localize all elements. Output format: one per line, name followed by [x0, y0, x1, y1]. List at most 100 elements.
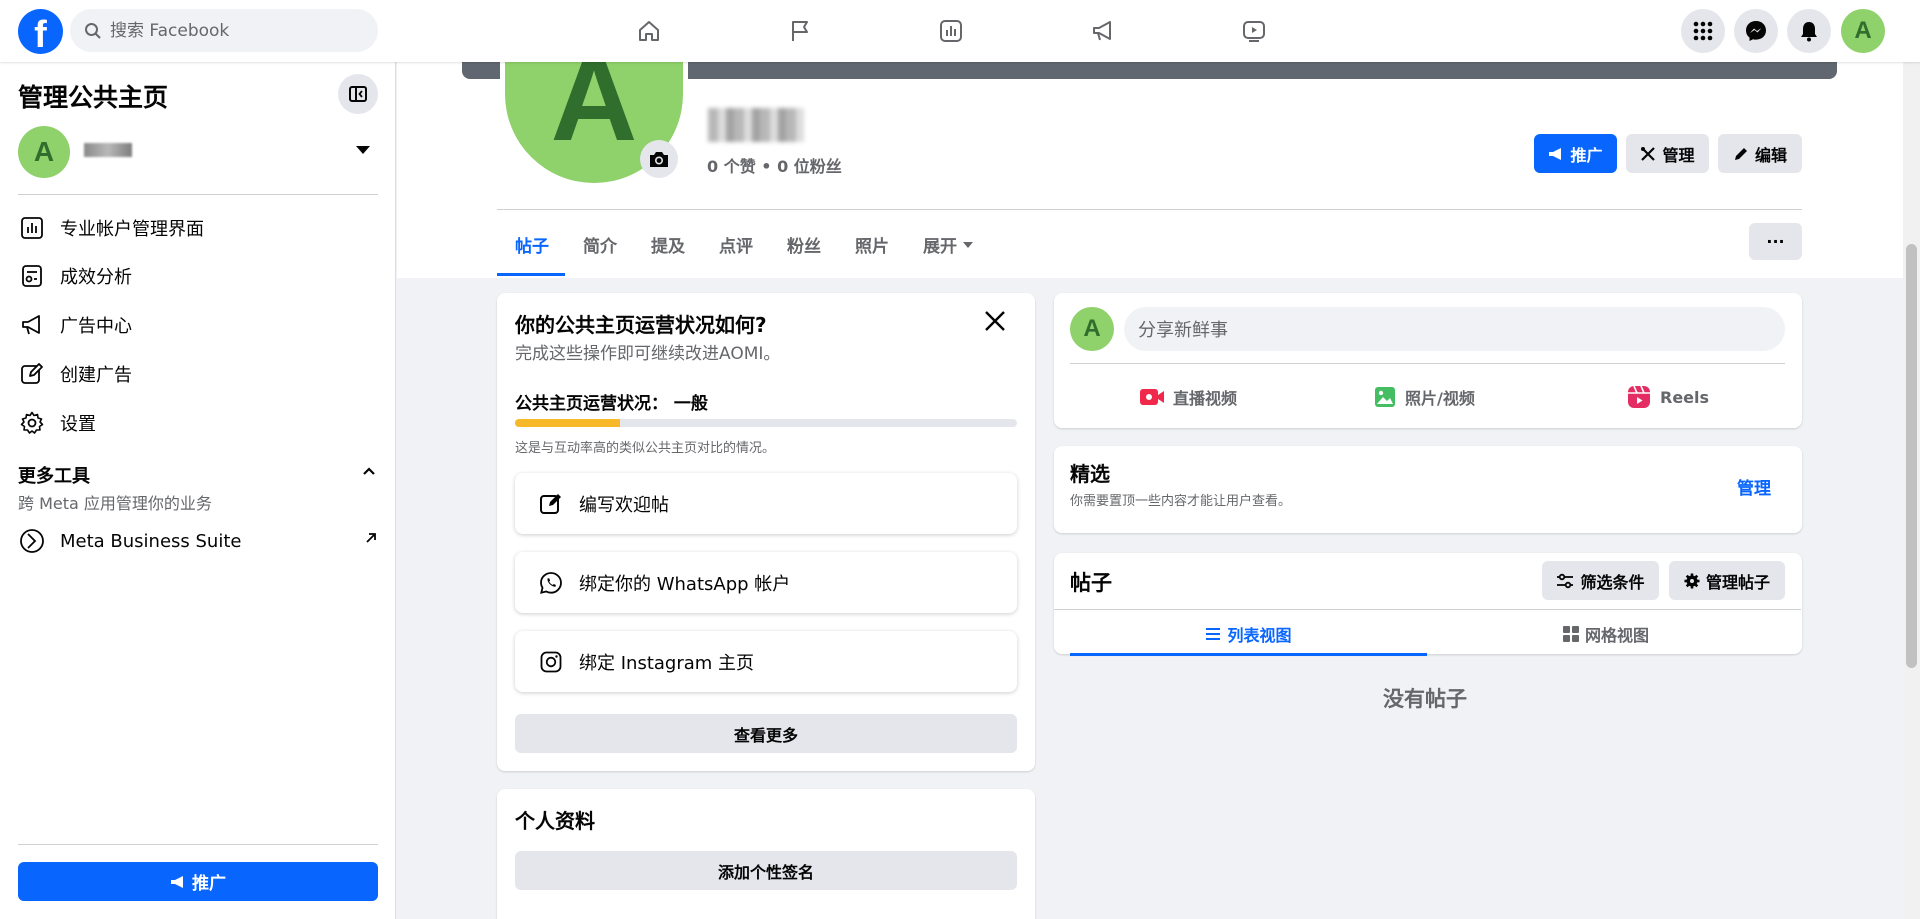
- page-scrollbar-thumb[interactable]: [1906, 244, 1917, 668]
- insights-nav-icon[interactable]: [931, 14, 971, 48]
- pages-flag-icon[interactable]: [780, 14, 820, 48]
- promote-label: 推广: [1570, 145, 1603, 165]
- promote-label: 推广: [192, 874, 226, 894]
- dashboard-icon: [18, 214, 46, 242]
- filter-button[interactable]: 筛选条件: [1542, 561, 1659, 600]
- sidebar-item-label: 广告中心: [60, 316, 132, 337]
- messenger-icon[interactable]: [1734, 9, 1778, 53]
- sidebar-item-label: 专业帐户管理界面: [60, 219, 204, 240]
- insights-icon: [18, 262, 46, 290]
- sidebar-item-insights[interactable]: 成效分析: [18, 256, 378, 296]
- meta-business-suite-icon: [18, 527, 46, 555]
- notifications-bell-icon[interactable]: [1787, 9, 1831, 53]
- sidebar-item-label: 创建广告: [60, 365, 132, 386]
- more-options-button[interactable]: ···: [1749, 223, 1802, 260]
- menu-grid-icon[interactable]: [1681, 9, 1725, 53]
- page-name-redacted: [84, 143, 132, 157]
- tab-posts[interactable]: 帖子: [515, 232, 549, 257]
- health-status: 公共主页运营状况： 一般: [515, 394, 708, 414]
- video-icon[interactable]: [1234, 14, 1274, 48]
- instagram-icon: [537, 648, 565, 676]
- posts-title: 帖子: [1070, 571, 1112, 595]
- health-subtitle: 完成这些操作即可继续改进AOMI。: [515, 344, 781, 364]
- manage-posts-label: 管理帖子: [1705, 572, 1770, 592]
- page-name-redacted: [708, 108, 804, 142]
- tab-list-view[interactable]: 列表视图: [1070, 619, 1427, 649]
- megaphone-icon: [18, 311, 46, 339]
- profile-info-title: 个人资料: [515, 809, 595, 833]
- more-tools-heading[interactable]: 更多工具: [18, 462, 90, 488]
- task-label: 绑定你的 WhatsApp 帐户: [579, 573, 791, 595]
- featured-manage-link[interactable]: 管理: [1737, 474, 1771, 499]
- tab-mentions[interactable]: 提及: [651, 232, 685, 257]
- tools-icon: [1640, 146, 1656, 162]
- task-link-instagram[interactable]: 绑定 Instagram 主页: [515, 631, 1017, 692]
- manage-label: 管理: [1662, 145, 1695, 165]
- task-link-whatsapp[interactable]: 绑定你的 WhatsApp 帐户: [515, 552, 1017, 613]
- edit-page-button[interactable]: 编辑: [1718, 134, 1802, 173]
- see-more-button[interactable]: 查看更多: [515, 714, 1017, 753]
- collapse-sidebar-icon[interactable]: [338, 74, 378, 114]
- active-view-indicator: [1070, 653, 1427, 656]
- page-health-card: 你的公共主页运营状况如何? 完成这些操作即可继续改进AOMI。 公共主页运营状况…: [497, 293, 1035, 771]
- featured-subtitle: 你需要置顶一些内容才能让用户查看。: [1070, 494, 1292, 509]
- filter-label: 筛选条件: [1580, 572, 1645, 592]
- tab-followers[interactable]: 粉丝: [787, 232, 821, 257]
- task-label: 绑定 Instagram 主页: [579, 652, 755, 674]
- task-write-welcome-post[interactable]: 编写欢迎帖: [515, 473, 1017, 534]
- gear-icon: [1684, 573, 1700, 589]
- megaphone-icon: [170, 874, 186, 890]
- live-video-button[interactable]: 直播视频: [1139, 377, 1237, 417]
- composer-input[interactable]: 分享新鲜事: [1124, 307, 1785, 351]
- grid-view-label: 网格视图: [1584, 626, 1649, 645]
- profile-info-card: 个人资料 添加个性签名: [497, 789, 1035, 919]
- posts-card: 帖子 筛选条件 管理帖子 列表视图 网格视图: [1054, 553, 1802, 656]
- add-bio-button[interactable]: 添加个性签名: [515, 851, 1017, 890]
- chevron-up-icon[interactable]: [362, 466, 376, 476]
- composer-avatar[interactable]: A: [1070, 307, 1114, 351]
- tab-about[interactable]: 简介: [583, 232, 617, 257]
- filter-sliders-icon: [1556, 573, 1574, 589]
- megaphone-icon: [1548, 146, 1564, 162]
- sidebar-item-settings[interactable]: 设置: [18, 403, 378, 443]
- tab-grid-view[interactable]: 网格视图: [1427, 619, 1785, 649]
- reels-icon: [1626, 384, 1652, 410]
- sidebar-item-label: 设置: [60, 414, 96, 435]
- camera-icon[interactable]: [640, 140, 678, 178]
- account-avatar[interactable]: A: [1841, 9, 1885, 53]
- promote-button[interactable]: 推广: [18, 862, 378, 901]
- sidebar-divider: [18, 194, 378, 195]
- photo-video-label: 照片/视频: [1405, 389, 1475, 408]
- active-tab-indicator: [497, 273, 565, 276]
- health-progress-bar: [515, 419, 1017, 427]
- manage-page-button[interactable]: 管理: [1626, 134, 1709, 173]
- home-icon[interactable]: [629, 14, 669, 48]
- reels-button[interactable]: Reels: [1626, 377, 1709, 417]
- photo-icon: [1373, 385, 1397, 409]
- sidebar-item-ad-center[interactable]: 广告中心: [18, 305, 378, 345]
- close-icon[interactable]: [983, 309, 1007, 333]
- list-view-label: 列表视图: [1227, 626, 1292, 645]
- tab-photos[interactable]: 照片: [855, 232, 889, 257]
- sidebar-title: 管理公共主页: [18, 83, 169, 112]
- photo-video-button[interactable]: 照片/视频: [1373, 377, 1475, 417]
- page-avatar[interactable]: A: [18, 126, 70, 178]
- manage-posts-button[interactable]: 管理帖子: [1669, 561, 1785, 600]
- search-input[interactable]: [110, 20, 360, 41]
- promote-page-button[interactable]: 推广: [1534, 134, 1617, 173]
- pencil-icon: [1733, 146, 1749, 162]
- tab-more[interactable]: 展开: [923, 232, 973, 257]
- sidebar-item-meta-business-suite[interactable]: Meta Business Suite: [18, 521, 378, 561]
- likes-followers-count[interactable]: 0 个赞 • 0 位粉丝: [707, 153, 842, 177]
- more-tools-subtitle: 跨 Meta 应用管理你的业务: [18, 494, 212, 513]
- composer-divider: [1070, 363, 1785, 364]
- tab-reviews[interactable]: 点评: [719, 232, 753, 257]
- search-box[interactable]: [70, 9, 378, 52]
- caret-down-icon: [963, 241, 973, 248]
- sidebar-item-create-ad[interactable]: 创建广告: [18, 354, 378, 394]
- facebook-logo[interactable]: f: [18, 9, 63, 54]
- compose-icon: [537, 490, 565, 518]
- ads-megaphone-icon[interactable]: [1083, 14, 1123, 48]
- sidebar-item-dashboard[interactable]: 专业帐户管理界面: [18, 208, 378, 248]
- page-switcher-caret-icon[interactable]: [356, 146, 370, 154]
